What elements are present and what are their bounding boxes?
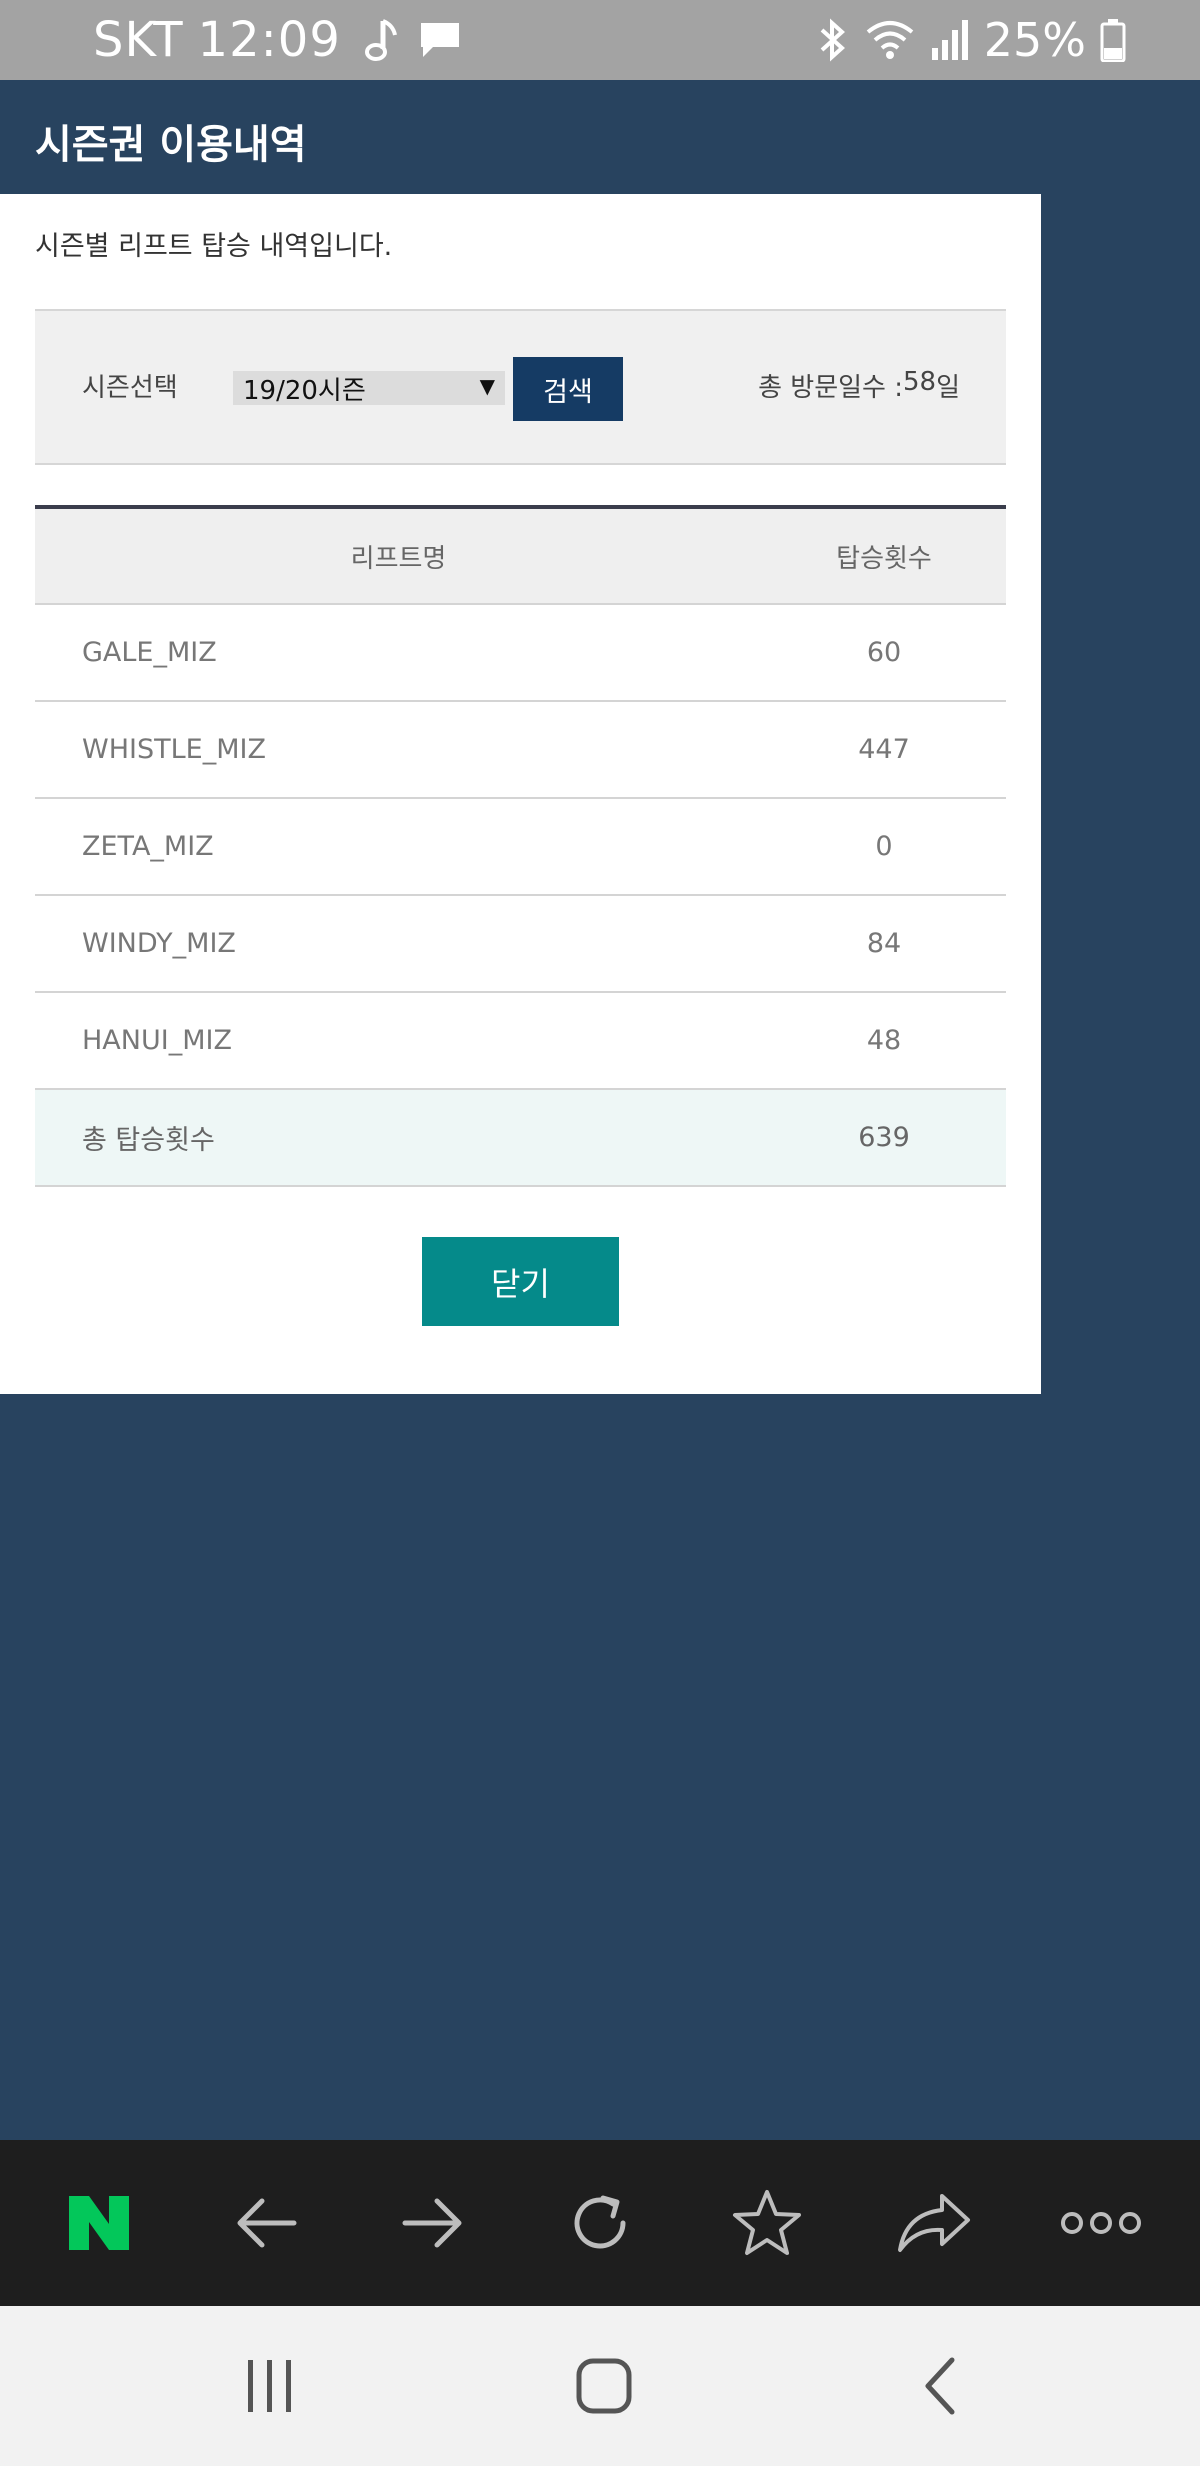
- recent-apps-icon[interactable]: [220, 2346, 320, 2426]
- more-icon[interactable]: [1041, 2163, 1161, 2283]
- total-label: 총 탑승횟수: [82, 1125, 215, 1156]
- android-nav-bar: [0, 2306, 1200, 2466]
- search-box: 시즌선택 19/20시즌 ▼ 검색 총 방문일수 : 58 일: [35, 309, 1006, 465]
- reload-icon[interactable]: [540, 2163, 660, 2283]
- usage-panel: 시즌별 리프트 탑승 내역입니다. 시즌선택 19/20시즌 ▼ 검색 총 방문…: [0, 194, 1041, 1394]
- naver-logo-icon[interactable]: [39, 2163, 159, 2283]
- lift-name: HANUI_MIZ: [82, 1025, 232, 1056]
- table-row: HANUI_MIZ 48: [35, 993, 1006, 1090]
- visit-days-unit: 일: [936, 373, 960, 403]
- back-icon[interactable]: [890, 2346, 990, 2426]
- table-row: WHISTLE_MIZ 447: [35, 702, 1006, 799]
- dropdown-arrow-icon: ▼: [479, 374, 495, 398]
- intro-text: 시즌별 리프트 탑승 내역입니다.: [35, 231, 393, 262]
- ride-count: 60: [866, 637, 902, 668]
- visit-days: 총 방문일수 : 58 일: [758, 367, 960, 404]
- browser-toolbar: [0, 2140, 1200, 2306]
- header-lift-name: 리프트명: [350, 543, 447, 574]
- lift-name: WHISTLE_MIZ: [82, 734, 266, 765]
- message-icon: [417, 19, 463, 61]
- search-button[interactable]: 검색: [513, 357, 623, 421]
- visit-days-value: 58: [902, 367, 937, 397]
- season-select-value: 19/20시즌: [243, 375, 366, 406]
- page-title: 시즌권 이용내역: [35, 122, 307, 168]
- table-row: WINDY_MIZ 84: [35, 896, 1006, 993]
- ride-count: 447: [858, 734, 910, 765]
- season-select[interactable]: 19/20시즌 ▼: [233, 371, 505, 406]
- total-row: 총 탑승횟수 639: [35, 1090, 1006, 1187]
- table-row: ZETA_MIZ 0: [35, 799, 1006, 896]
- status-bar: SKT 12:09 25%: [0, 0, 1200, 80]
- status-right: 25%: [816, 12, 1126, 68]
- bluetooth-icon: [816, 17, 850, 63]
- battery-icon: [1100, 18, 1126, 62]
- header-ride-count: 탑승횟수: [836, 543, 932, 574]
- forward-arrow-icon[interactable]: [373, 2163, 493, 2283]
- lift-name: GALE_MIZ: [82, 637, 217, 668]
- music-note-icon: [363, 17, 399, 63]
- lift-table: 리프트명 탑승횟수 GALE_MIZ 60 WHISTLE_MIZ 447 ZE…: [35, 505, 1006, 1187]
- star-icon[interactable]: [707, 2163, 827, 2283]
- back-arrow-icon[interactable]: [206, 2163, 326, 2283]
- table-header: 리프트명 탑승횟수: [35, 509, 1006, 605]
- lift-name: WINDY_MIZ: [82, 928, 236, 959]
- close-button[interactable]: 닫기: [422, 1237, 619, 1326]
- home-icon[interactable]: [554, 2346, 654, 2426]
- signal-icon: [930, 18, 970, 62]
- wifi-icon: [864, 18, 916, 62]
- ride-count: 0: [875, 831, 893, 862]
- battery-percent: 25%: [983, 13, 1086, 67]
- season-label: 시즌선택: [82, 373, 178, 403]
- status-left: SKT 12:09: [93, 12, 463, 68]
- ride-count: 48: [866, 1025, 902, 1056]
- table-row: GALE_MIZ 60: [35, 605, 1006, 702]
- ride-count: 84: [866, 928, 902, 959]
- clock: 12:09: [197, 12, 341, 68]
- share-icon[interactable]: [874, 2163, 994, 2283]
- visit-days-label: 총 방문일수 :: [758, 373, 903, 403]
- carrier-label: SKT: [93, 12, 184, 68]
- total-count: 639: [858, 1122, 910, 1153]
- lift-name: ZETA_MIZ: [82, 831, 214, 862]
